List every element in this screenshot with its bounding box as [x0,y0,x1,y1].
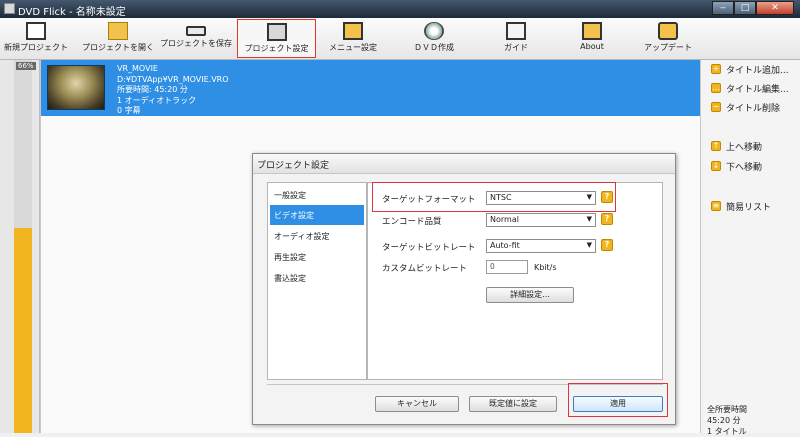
update-button[interactable]: アップデート [640,19,696,58]
menu-settings-label: メニュー設定 [329,43,377,52]
chevron-down-icon: ▼ [586,215,592,223]
menu-settings-icon [343,22,363,40]
about-label: About [580,42,604,51]
move-up-label: 上へ移動 [726,142,763,153]
title-row[interactable]: VR_MOVIE D:¥DTVApp¥VR_MOVIE.VRO 所要時間: 45… [41,60,701,116]
category-playback[interactable]: 再生設定 [270,247,364,267]
list-icon: ≡ [711,201,721,211]
title-actions-sidebar: + タイトル追加... … タイトル編集... − タイトル削除 ↑ 上へ移動 … [700,60,800,436]
add-title-label: タイトル追加... [726,65,789,76]
save-project-label: プロジェクトを保存 [160,39,232,48]
project-settings-button[interactable]: プロジェクト設定 [237,19,316,58]
encode-quality-select[interactable]: Normal ▼ [486,213,596,227]
project-settings-label: プロジェクト設定 [244,44,309,53]
save-icon [186,26,206,36]
delete-title-button[interactable]: − タイトル削除 [711,100,780,114]
highlight-box [568,383,668,417]
save-project-button[interactable]: プロジェクトを保存 [158,19,234,58]
project-settings-dialog: プロジェクト設定 一般設定 ビデオ設定 オーディオ設定 再生設定 書込設定 ター… [252,153,676,425]
window-controls: ‒ □ ✕ [712,1,794,15]
guide-icon [506,22,526,40]
add-title-button[interactable]: + タイトル追加... [711,62,789,76]
title-duration: 所要時間: 45:20 分 [117,85,188,94]
move-down-button[interactable]: ↓ 下へ移動 [711,159,762,173]
open-project-button[interactable]: プロジェクトを開く [80,19,156,58]
highlight-box [372,182,616,212]
window-title: DVD Flick - 名称未設定 [18,7,126,18]
update-icon [658,22,678,40]
edit-title-label: タイトル編集... [726,84,789,95]
total-titles-count: 1 タイトル [707,427,747,436]
target-bitrate-label: ターゲットビットレート [382,243,476,253]
cancel-button[interactable]: キャンセル [375,396,459,412]
plus-icon: + [711,64,721,74]
target-bitrate-select[interactable]: Auto-fit ▼ [486,239,596,253]
video-settings-panel: ターゲットフォーマット NTSC ▼ ? エンコード品質 Normal ▼ ? … [367,182,663,380]
chevron-down-icon: ▼ [586,241,592,249]
close-button[interactable]: ✕ [756,1,794,15]
about-icon [582,22,602,40]
title-thumbnail [47,65,105,110]
capacity-meter: 66% [0,60,40,433]
custom-bitrate-input[interactable]: 0 [486,260,528,274]
meter-fill [14,227,32,433]
dialog-title: プロジェクト設定 [253,154,675,174]
move-down-label: 下へ移動 [726,162,763,173]
menu-settings-button[interactable]: メニュー設定 [322,19,384,58]
arrow-down-icon: ↓ [711,161,721,171]
new-project-label: 新規プロジェクト [4,43,68,52]
update-label: アップデート [644,43,692,52]
project-settings-icon [266,23,287,41]
encode-quality-label: エンコード品質 [382,217,442,227]
guide-button[interactable]: ガイド [494,19,538,58]
minimize-button[interactable]: ‒ [712,1,734,15]
guide-label: ガイド [504,43,528,52]
app-icon [4,3,15,14]
title-name: VR_MOVIE [117,64,158,73]
edit-title-button[interactable]: … タイトル編集... [711,81,789,95]
encode-quality-value: Normal [490,215,519,224]
title-audio: 1 オーディオトラック [117,95,197,105]
arrow-up-icon: ↑ [711,141,721,151]
title-subtitles: 0 字幕 [117,106,141,115]
title-bar: DVD Flick - 名称未設定 ‒ □ ✕ [0,0,800,18]
minus-icon: − [711,102,721,112]
total-duration-label: 全所要時間 [707,405,747,414]
advanced-settings-button[interactable]: 詳細設定... [486,287,574,303]
title-path: D:¥DTVApp¥VR_MOVIE.VRO [117,74,229,84]
simple-list-toggle[interactable]: ≡ 簡易リスト [711,199,771,213]
help-icon[interactable]: ? [601,239,613,251]
edit-icon: … [711,83,721,93]
reset-defaults-button[interactable]: 既定値に設定 [469,396,557,412]
delete-title-label: タイトル削除 [726,103,781,114]
bitrate-unit: Kbit/s [534,263,557,272]
category-audio[interactable]: オーディオ設定 [270,226,364,246]
maximize-button[interactable]: □ [734,1,756,15]
dvd-icon [424,22,444,40]
create-dvd-label: ＤＶＤ作成 [414,43,454,52]
target-bitrate-value: Auto-fit [490,241,520,250]
title-info: VR_MOVIE D:¥DTVApp¥VR_MOVIE.VRO 所要時間: 45… [117,64,229,117]
help-icon[interactable]: ? [601,213,613,225]
total-duration: 全所要時間 45:20 分 1 タイトル [707,404,747,437]
category-burning[interactable]: 書込設定 [270,268,364,288]
open-project-label: プロジェクトを開く [82,43,154,52]
move-up-button[interactable]: ↑ 上へ移動 [711,139,762,153]
meter-percent: 66% [16,62,36,70]
settings-category-list: 一般設定 ビデオ設定 オーディオ設定 再生設定 書込設定 [267,182,367,380]
about-button[interactable]: About [570,19,614,58]
custom-bitrate-label: カスタムビットレート [382,264,468,274]
folder-icon [108,22,128,40]
create-dvd-button[interactable]: ＤＶＤ作成 [404,19,464,58]
simple-list-label: 簡易リスト [726,202,772,213]
new-project-icon [26,22,46,40]
category-general[interactable]: 一般設定 [270,185,364,205]
total-duration-value: 45:20 分 [707,416,741,425]
category-video[interactable]: ビデオ設定 [270,205,364,225]
main-toolbar: 新規プロジェクト プロジェクトを開く プロジェクトを保存 プロジェクト設定 メニ… [0,18,800,60]
new-project-button[interactable]: 新規プロジェクト [2,19,70,58]
